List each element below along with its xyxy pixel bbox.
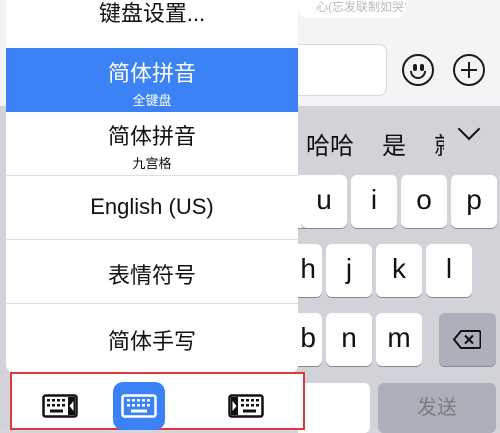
menu-item-label: 简体拼音 bbox=[107, 61, 196, 86]
key-n[interactable]: n bbox=[326, 313, 372, 366]
keyboard-icon bbox=[121, 394, 157, 418]
key-j[interactable]: j bbox=[326, 244, 372, 297]
menu-item-handwriting[interactable]: 简体手写 bbox=[6, 304, 298, 368]
candidate-2[interactable]: 是 bbox=[382, 126, 406, 161]
backspace-icon bbox=[453, 330, 481, 349]
keyboard-right-icon bbox=[228, 394, 264, 418]
menu-item-sublabel: 九宫格 bbox=[132, 156, 172, 171]
key-o[interactable]: o bbox=[401, 175, 447, 228]
menu-item-label: 简体手写 bbox=[107, 329, 196, 354]
delete-key[interactable] bbox=[439, 313, 496, 366]
menu-item-emoji[interactable]: 表情符号 bbox=[6, 240, 298, 304]
key-b[interactable]: b bbox=[298, 313, 322, 366]
menu-item-sublabel: 全键盘 bbox=[132, 93, 172, 108]
key-p[interactable]: p bbox=[451, 175, 497, 228]
send-button[interactable]: 发送 bbox=[378, 383, 496, 433]
key-k[interactable]: k bbox=[376, 244, 422, 297]
space-key[interactable] bbox=[298, 383, 370, 433]
right-keyboard-button[interactable] bbox=[220, 382, 272, 430]
candidate-3[interactable]: 就 bbox=[434, 126, 444, 161]
key-m[interactable]: m bbox=[376, 313, 422, 366]
menu-item-label: 简体拼音 bbox=[107, 124, 196, 149]
candidate-1[interactable]: 哈哈 bbox=[306, 126, 354, 161]
message-input[interactable] bbox=[298, 44, 387, 96]
key-u[interactable]: u bbox=[301, 175, 347, 228]
left-keyboard-button[interactable] bbox=[34, 382, 86, 430]
key-l[interactable]: l bbox=[426, 244, 472, 297]
menu-item-pinyin-9key[interactable]: 简体拼音 九宫格 bbox=[6, 112, 298, 176]
chat-bubble: 心(忘发联制如哭) bbox=[298, 0, 406, 18]
key-i[interactable]: i bbox=[351, 175, 397, 228]
emoji-icon[interactable] bbox=[402, 54, 434, 86]
standard-keyboard-button[interactable] bbox=[113, 382, 165, 430]
key-h[interactable]: h bbox=[298, 244, 322, 297]
keyboard-left-icon bbox=[42, 394, 78, 418]
menu-item-keyboard-settings[interactable]: 键盘设置... bbox=[6, 0, 298, 28]
menu-item-label: 键盘设置... bbox=[98, 1, 206, 26]
keyboard-switch-menu: 键盘设置... 简体拼音 全键盘 简体拼音 九宫格 English (US) 表… bbox=[6, 0, 298, 374]
keyboard-mode-bar bbox=[10, 372, 305, 430]
menu-item-label: 表情符号 bbox=[107, 263, 196, 288]
plus-icon[interactable] bbox=[453, 54, 485, 86]
menu-item-pinyin-full[interactable]: 简体拼音 全键盘 bbox=[6, 48, 298, 112]
menu-item-english[interactable]: English (US) bbox=[6, 176, 298, 240]
menu-item-label: English (US) bbox=[90, 194, 214, 219]
